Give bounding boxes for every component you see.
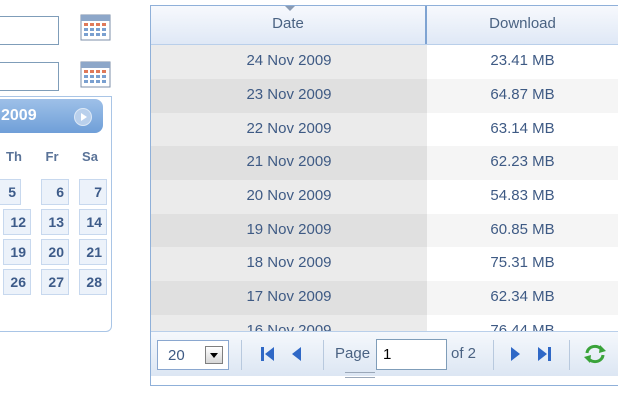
page-size-value: 20 [168, 347, 185, 364]
download-cell: 62.23 MB [427, 146, 618, 180]
date-cell: 23 Nov 2009 [151, 79, 427, 113]
calendar-day[interactable]: 20 [41, 239, 69, 265]
calendar-popup: 2009 Th Fr Sa 5 6 7 12 13 14 19 20 21 26… [0, 96, 112, 332]
toolbar-divider [323, 340, 324, 370]
table-row[interactable]: 19 Nov 2009 60.85 MB [151, 214, 618, 248]
calendar-day[interactable]: 19 [3, 239, 31, 265]
last-page-icon[interactable] [535, 345, 553, 363]
table-row[interactable]: 20 Nov 2009 54.83 MB [151, 180, 618, 214]
date-cell: 22 Nov 2009 [151, 113, 427, 147]
table-row[interactable]: 16 Nov 2009 76.44 MB [151, 315, 618, 331]
date-cell: 21 Nov 2009 [151, 146, 427, 180]
calendar-day[interactable]: 14 [79, 209, 107, 235]
grid-header: Date Download [151, 6, 618, 45]
from-date-input[interactable] [0, 16, 59, 45]
refresh-icon[interactable] [583, 343, 607, 365]
weekday-saturday: Sa [82, 149, 98, 164]
next-month-icon[interactable] [74, 108, 92, 126]
calendar-day[interactable]: 28 [79, 269, 107, 295]
page-label: Page [335, 345, 371, 362]
download-cell: 54.83 MB [427, 180, 618, 214]
first-page-icon[interactable] [259, 345, 277, 363]
total-pages-label: of 2 [451, 345, 477, 362]
download-column-header[interactable]: Download [427, 6, 618, 44]
prev-page-icon[interactable] [288, 345, 306, 363]
table-row[interactable]: 24 Nov 2009 23.41 MB [151, 45, 618, 79]
weekday-friday: Fr [45, 149, 59, 164]
sort-indicator-icon [285, 6, 295, 11]
date-column-label: Date [272, 15, 304, 32]
date-cell: 18 Nov 2009 [151, 247, 427, 281]
to-date-input[interactable] [0, 62, 59, 91]
date-cell: 24 Nov 2009 [151, 45, 427, 79]
date-column-header[interactable]: Date [151, 6, 427, 44]
table-row[interactable]: 18 Nov 2009 75.31 MB [151, 247, 618, 281]
from-calendar-button[interactable] [80, 13, 111, 41]
calendar-icon [80, 61, 111, 88]
toolbar-divider [241, 340, 242, 370]
calendar-day[interactable]: 26 [3, 269, 31, 295]
toolbar-divider [569, 340, 570, 370]
calendar-day[interactable]: 12 [3, 209, 31, 235]
table-row[interactable]: 22 Nov 2009 63.14 MB [151, 113, 618, 147]
table-row[interactable]: 23 Nov 2009 64.87 MB [151, 79, 618, 113]
page-size-select[interactable]: 20 [157, 340, 229, 370]
grid-body[interactable]: 24 Nov 2009 23.41 MB 23 Nov 2009 64.87 M… [151, 45, 618, 331]
download-column-label: Download [489, 15, 556, 32]
date-cell: 20 Nov 2009 [151, 180, 427, 214]
calendar-day[interactable]: 13 [41, 209, 69, 235]
downloads-grid: Date Download 24 Nov 2009 23.41 MB 23 No… [150, 5, 618, 386]
table-row[interactable]: 17 Nov 2009 62.34 MB [151, 281, 618, 315]
calendar-day[interactable]: 27 [41, 269, 69, 295]
paging-toolbar: 20 Page of 2 [151, 331, 618, 376]
to-calendar-button[interactable] [80, 60, 111, 88]
next-page-icon[interactable] [506, 345, 524, 363]
calendar-year: 2009 [1, 107, 37, 124]
download-cell: 63.14 MB [427, 113, 618, 147]
download-cell: 23.41 MB [427, 45, 618, 79]
page-number-input[interactable] [376, 339, 447, 370]
date-cell: 17 Nov 2009 [151, 281, 427, 315]
calendar-day[interactable]: 6 [41, 179, 69, 205]
calendar-icon [80, 14, 111, 41]
calendar-day[interactable]: 21 [79, 239, 107, 265]
calendar-header: 2009 [0, 99, 103, 133]
resize-grip[interactable] [345, 372, 375, 378]
download-cell: 62.34 MB [427, 281, 618, 315]
weekday-thursday: Th [6, 149, 22, 164]
download-cell: 60.85 MB [427, 214, 618, 248]
chevron-down-icon[interactable] [205, 346, 223, 364]
download-cell: 64.87 MB [427, 79, 618, 113]
toolbar-divider [493, 340, 494, 370]
download-cell: 76.44 MB [427, 315, 618, 331]
table-row[interactable]: 21 Nov 2009 62.23 MB [151, 146, 618, 180]
calendar-day[interactable]: 5 [0, 179, 21, 205]
calendar-day[interactable]: 7 [79, 179, 107, 205]
date-cell: 19 Nov 2009 [151, 214, 427, 248]
download-cell: 75.31 MB [427, 247, 618, 281]
date-cell: 16 Nov 2009 [151, 315, 427, 331]
